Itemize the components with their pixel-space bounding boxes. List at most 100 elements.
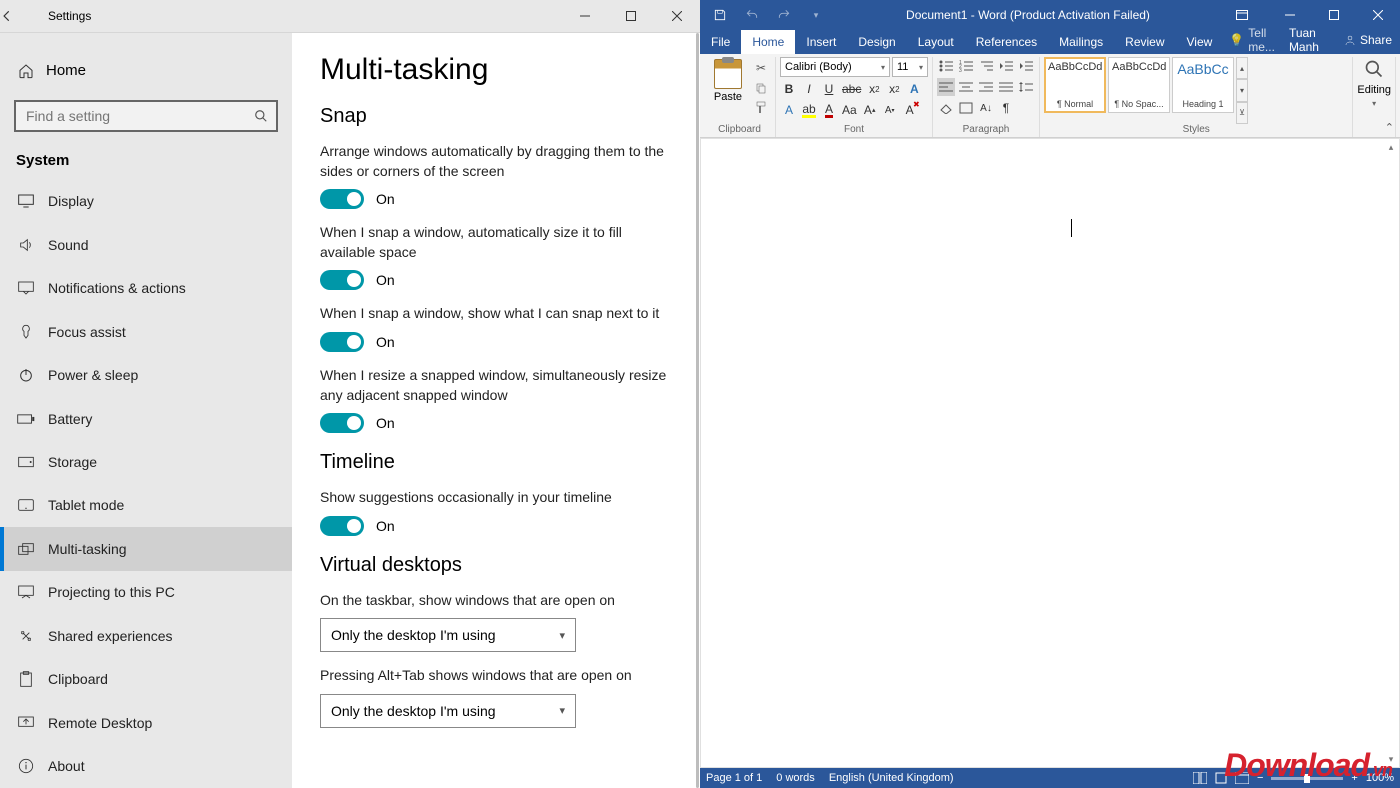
document-area[interactable]: ▴ ▾ — [700, 138, 1400, 768]
format-painter-button[interactable] — [751, 99, 771, 117]
decrease-indent-button[interactable] — [997, 57, 1015, 75]
tab-view[interactable]: View — [1176, 30, 1224, 54]
search-input[interactable] — [14, 100, 278, 132]
tab-references[interactable]: References — [965, 30, 1048, 54]
highlight-button[interactable]: ab — [800, 101, 818, 119]
sidebar-item-sound[interactable]: Sound — [0, 223, 292, 266]
maximize-button[interactable] — [608, 0, 654, 32]
subscript-button[interactable]: x2 — [865, 80, 883, 98]
clear-formatting-button[interactable]: A✖ — [901, 101, 919, 119]
tab-design[interactable]: Design — [847, 30, 906, 54]
sidebar-item-projecting[interactable]: Projecting to this PC — [0, 571, 292, 614]
show-hide-button[interactable]: ¶ — [997, 99, 1015, 117]
storage-icon — [16, 456, 36, 468]
sidebar-item-shared-experiences[interactable]: Shared experiences — [0, 614, 292, 657]
status-words[interactable]: 0 words — [776, 772, 815, 784]
shrink-font-button[interactable]: A▾ — [881, 101, 899, 119]
sidebar-item-power-sleep[interactable]: Power & sleep — [0, 353, 292, 396]
scroll-up-icon[interactable]: ▴ — [1383, 139, 1399, 155]
tab-layout[interactable]: Layout — [907, 30, 965, 54]
tab-home[interactable]: Home — [741, 30, 795, 54]
cut-button[interactable]: ✂ — [751, 59, 771, 77]
tab-file[interactable]: File — [700, 30, 741, 54]
shading-button[interactable] — [937, 99, 955, 117]
qat-customize[interactable]: ▾ — [802, 3, 830, 27]
bullets-button[interactable] — [937, 57, 955, 75]
snap-desc-3: When I snap a window, show what I can sn… — [320, 304, 672, 324]
tell-me-search[interactable]: 💡Tell me... — [1223, 26, 1281, 54]
read-mode-button[interactable] — [1193, 772, 1207, 784]
superscript-button[interactable]: x2 — [885, 80, 903, 98]
font-color-styled-button[interactable]: A — [780, 101, 798, 119]
snap-toggle-1[interactable] — [320, 189, 364, 209]
font-size-combo[interactable]: 11▾ — [892, 57, 928, 77]
ribbon-group-clipboard: Paste ✂ Clipboard — [704, 57, 776, 137]
scrollbar[interactable] — [696, 33, 699, 788]
font-color-button[interactable]: A — [820, 101, 838, 119]
back-button[interactable] — [0, 9, 42, 23]
line-spacing-button[interactable] — [1017, 78, 1035, 96]
vertical-scrollbar[interactable]: ▴ ▾ — [1383, 139, 1399, 767]
paste-button[interactable]: Paste — [708, 57, 748, 103]
strikethrough-button[interactable]: abc — [840, 80, 863, 98]
sidebar-item-clipboard[interactable]: Clipboard — [0, 658, 292, 701]
sidebar-item-notifications[interactable]: Notifications & actions — [0, 266, 292, 309]
sidebar-item-storage[interactable]: Storage — [0, 440, 292, 483]
sort-button[interactable]: A↓ — [977, 99, 995, 117]
undo-button[interactable] — [738, 3, 766, 27]
borders-button[interactable] — [957, 99, 975, 117]
sidebar-item-multi-tasking[interactable]: Multi-tasking — [0, 527, 292, 570]
sidebar-item-display[interactable]: Display — [0, 179, 292, 222]
align-left-button[interactable] — [937, 78, 955, 96]
sidebar-item-remote-desktop[interactable]: Remote Desktop — [0, 701, 292, 744]
virtual-combo-2[interactable]: Only the desktop I'm using ▾ — [320, 694, 576, 728]
timeline-toggle-1[interactable] — [320, 516, 364, 536]
save-button[interactable] — [706, 3, 734, 27]
snap-toggle-2[interactable] — [320, 270, 364, 290]
sidebar-item-about[interactable]: About — [0, 745, 292, 788]
tab-insert[interactable]: Insert — [795, 30, 847, 54]
snap-toggle-3[interactable] — [320, 332, 364, 352]
snap-toggle-4[interactable] — [320, 413, 364, 433]
font-name-combo[interactable]: Calibri (Body)▾ — [780, 57, 890, 77]
settings-content[interactable]: Multi-tasking Snap Arrange windows autom… — [292, 33, 700, 788]
italic-button[interactable]: I — [800, 80, 818, 98]
copy-button[interactable] — [751, 79, 771, 97]
ribbon-group-font: Calibri (Body)▾ 11▾ B I U abc x2 x2 A A — [776, 57, 933, 137]
tab-review[interactable]: Review — [1114, 30, 1175, 54]
grow-font-button[interactable]: A▴ — [861, 101, 879, 119]
align-right-button[interactable] — [977, 78, 995, 96]
sidebar-item-focus-assist[interactable]: Focus assist — [0, 310, 292, 353]
minimize-button[interactable] — [562, 0, 608, 32]
redo-button[interactable] — [770, 3, 798, 27]
sidebar-item-battery[interactable]: Battery — [0, 397, 292, 440]
home-nav[interactable]: Home — [0, 49, 292, 92]
justify-button[interactable] — [997, 78, 1015, 96]
style-no-spacing[interactable]: AaBbCcDd ¶ No Spac... — [1108, 57, 1170, 113]
user-name[interactable]: Tuan Manh — [1281, 26, 1336, 54]
underline-button[interactable]: U — [820, 80, 838, 98]
style-heading-1[interactable]: AaBbCc Heading 1 — [1172, 57, 1234, 113]
multilevel-list-button[interactable] — [977, 57, 995, 75]
gallery-down-button[interactable]: ▾ — [1236, 79, 1248, 101]
share-button[interactable]: Share — [1336, 33, 1400, 47]
tab-mailings[interactable]: Mailings — [1048, 30, 1114, 54]
sidebar-item-tablet-mode[interactable]: Tablet mode — [0, 484, 292, 527]
status-page[interactable]: Page 1 of 1 — [706, 772, 762, 784]
change-case-button[interactable]: Aa — [840, 101, 859, 119]
numbering-button[interactable]: 123 — [957, 57, 975, 75]
status-language[interactable]: English (United Kingdom) — [829, 772, 954, 784]
gallery-up-button[interactable]: ▴ — [1236, 57, 1248, 79]
bold-button[interactable]: B — [780, 80, 798, 98]
gallery-expand-button[interactable]: ⊻ — [1236, 102, 1248, 124]
collapse-ribbon-button[interactable]: ⌃ — [1385, 121, 1394, 134]
style-normal[interactable]: AaBbCcDd ¶ Normal — [1044, 57, 1106, 113]
text-effects-button[interactable]: A — [905, 80, 923, 98]
settings-window: Settings Home System Display — [0, 0, 700, 788]
display-icon — [16, 194, 36, 208]
align-center-button[interactable] — [957, 78, 975, 96]
close-button[interactable] — [654, 0, 700, 32]
editing-button[interactable]: Editing ▾ — [1357, 57, 1391, 124]
increase-indent-button[interactable] — [1017, 57, 1035, 75]
virtual-combo-1[interactable]: Only the desktop I'm using ▾ — [320, 618, 576, 652]
